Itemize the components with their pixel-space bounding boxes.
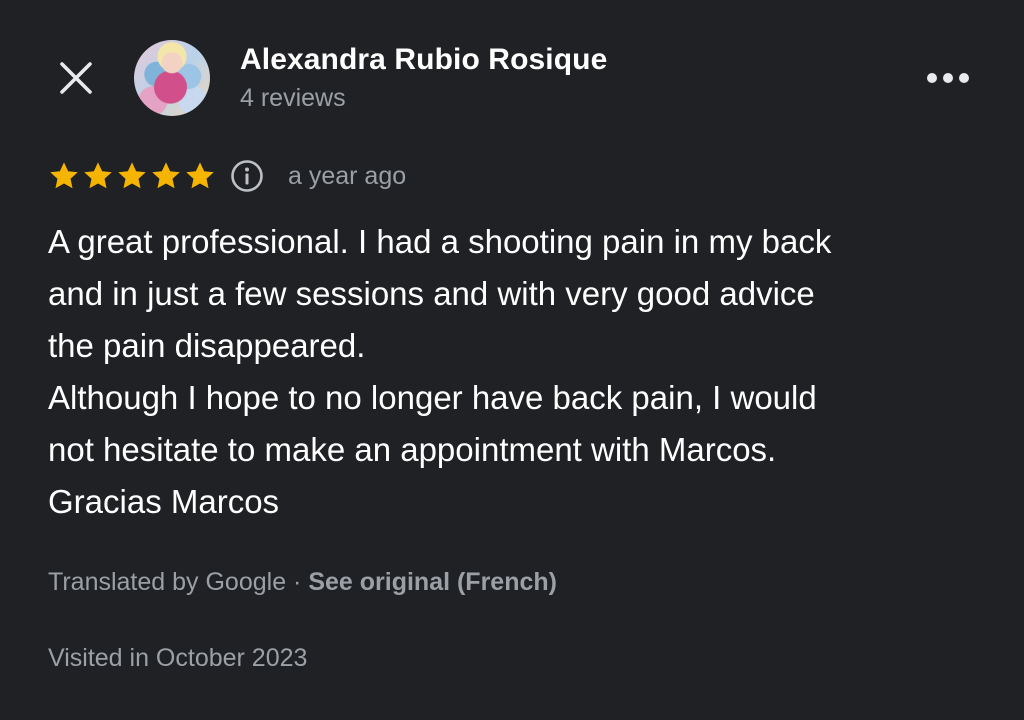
star-icon bbox=[152, 162, 180, 189]
review-time: a year ago bbox=[288, 161, 407, 190]
avatar[interactable] bbox=[134, 40, 210, 116]
close-button[interactable] bbox=[52, 54, 100, 102]
review-line: Although I hope to no longer have back p… bbox=[48, 379, 817, 416]
review-text: A great professional. I had a shooting p… bbox=[48, 216, 988, 528]
star-icon bbox=[186, 162, 214, 189]
review-line: the pain disappeared. bbox=[48, 327, 366, 364]
translated-by-label: Translated by Google bbox=[48, 568, 287, 596]
star-icon bbox=[84, 162, 112, 189]
rating-row: a year ago bbox=[48, 154, 406, 198]
author-name[interactable]: Alexandra Rubio Rosique bbox=[240, 43, 607, 77]
more-options-button[interactable] bbox=[922, 60, 974, 96]
review-count: 4 reviews bbox=[240, 84, 346, 112]
star-rating bbox=[48, 160, 216, 192]
review-line: and in just a few sessions and with very… bbox=[48, 275, 815, 312]
review-line: not hesitate to make an appointment with… bbox=[48, 431, 777, 468]
star-icon bbox=[50, 162, 78, 189]
translation-row: Translated by Google · See original (Fre… bbox=[48, 568, 557, 597]
visited-date: Visited in October 2023 bbox=[48, 644, 308, 672]
more-horizontal-icon bbox=[927, 73, 969, 83]
star-icon bbox=[118, 162, 146, 189]
separator: · bbox=[286, 568, 309, 596]
close-icon bbox=[60, 62, 92, 94]
review-line: Gracias Marcos bbox=[48, 483, 280, 520]
see-original-link[interactable]: See original (French) bbox=[308, 568, 557, 596]
review-line: A great professional. I had a shooting p… bbox=[48, 223, 832, 260]
info-icon[interactable] bbox=[230, 159, 264, 193]
